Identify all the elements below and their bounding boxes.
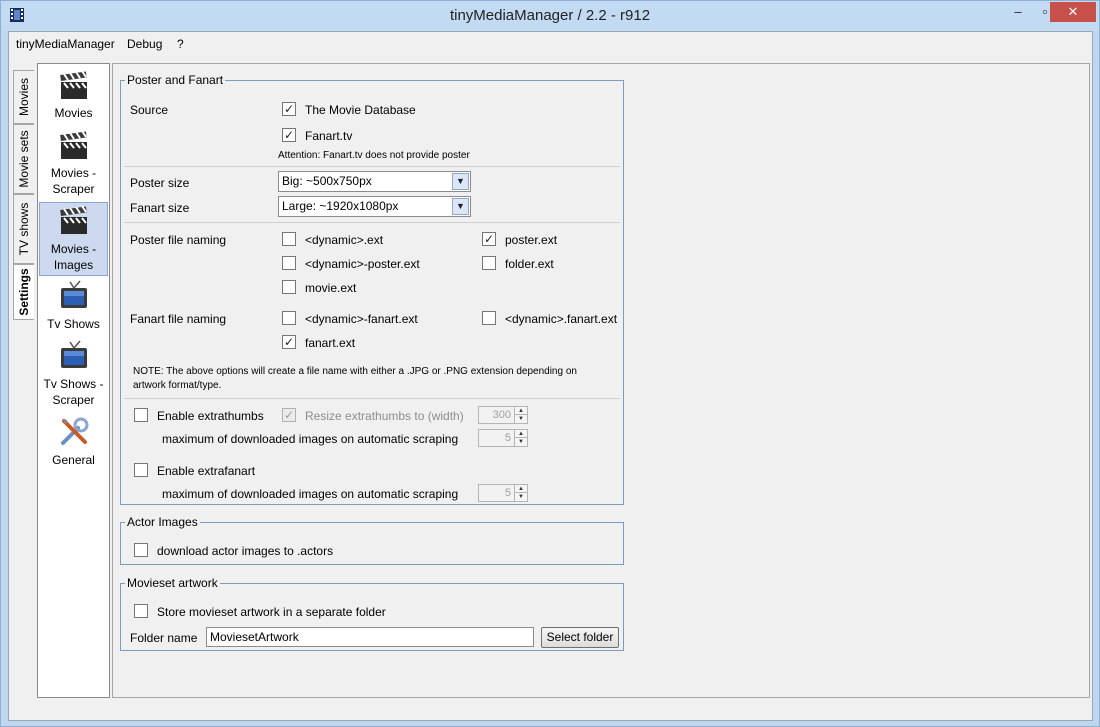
download-actor-images-label: download actor images to .actors [157, 544, 334, 558]
spinner-down-icon[interactable]: ▼ [514, 438, 527, 446]
poster-size-label: Poster size [130, 176, 190, 190]
tools-icon [60, 417, 88, 445]
settings-content: Poster and Fanart Source ✓ The Movie Dat… [112, 63, 1090, 698]
nav-item-tv-shows-scraper[interactable]: Tv Shows - Scraper [39, 338, 108, 412]
group-title: Actor Images [125, 515, 200, 529]
resize-extrathumbs-label: Resize extrathumbs to (width) [305, 409, 464, 423]
naming-note-line1: NOTE: The above options will create a fi… [133, 366, 577, 377]
spinner-down-icon[interactable]: ▼ [514, 493, 527, 501]
menu-debug[interactable]: Debug [127, 37, 162, 51]
poster-dynamic-poster-ext-checkbox[interactable] [282, 256, 296, 270]
nav-item-tv-shows[interactable]: Tv Shows [39, 278, 108, 336]
source-fanarttv-checkbox[interactable]: ✓ [282, 128, 296, 142]
settings-nav-list: Movies Movies - Scraper Movies - Images … [37, 63, 110, 698]
fanart-size-select[interactable]: Large: ~1920x1080px ▼ [278, 196, 471, 217]
spinner-down-icon[interactable]: ▼ [514, 415, 527, 423]
resize-width-spinner[interactable]: 300 ▲ ▼ [478, 406, 528, 424]
poster-dynamic-ext-checkbox[interactable] [282, 232, 296, 246]
group-title: Poster and Fanart [125, 73, 226, 87]
enable-extrafanart-label: Enable extrafanart [157, 464, 256, 478]
spinner-up-icon[interactable]: ▲ [514, 430, 527, 438]
spinner-up-icon[interactable]: ▲ [514, 407, 527, 415]
select-folder-button[interactable]: Select folder [541, 627, 619, 648]
folder-name-input[interactable]: MoviesetArtwork [206, 627, 534, 647]
spinner-up-icon[interactable]: ▲ [514, 485, 527, 493]
title-bar: tinyMediaManager / 2.2 - r912 – ▫ ✕ [1, 1, 1099, 31]
poster-dynamic-ext-label: <dynamic>.ext [305, 233, 384, 247]
tv-icon [60, 280, 87, 308]
download-actor-images-checkbox[interactable] [134, 543, 148, 557]
tv-icon [60, 340, 87, 368]
movieset-artwork-group: Movieset artwork Store movieset artwork … [120, 576, 624, 651]
group-title: Movieset artwork [125, 576, 220, 590]
store-separate-folder-label: Store movieset artwork in a separate fol… [157, 605, 386, 619]
max-extrathumbs-label: maximum of downloaded images on automati… [162, 432, 459, 446]
nav-item-general[interactable]: General [39, 414, 108, 472]
enable-extrafanart-checkbox[interactable] [134, 463, 148, 477]
app-window: tinyMediaManager / 2.2 - r912 – ▫ ✕ tiny… [0, 0, 1100, 727]
poster-naming-label: Poster file naming [130, 233, 227, 247]
tab-movie-sets[interactable]: Movie sets [13, 124, 34, 194]
fanart-dynamic-fanart-ext-checkbox[interactable] [282, 311, 296, 325]
nav-item-movies-scraper[interactable]: Movies - Scraper [39, 128, 108, 200]
fanart-dynamic-dot-fanart-ext-checkbox[interactable] [482, 311, 496, 325]
separator [124, 166, 620, 167]
source-fanarttv-label: Fanart.tv [305, 129, 353, 143]
tab-movies[interactable]: Movies [13, 70, 34, 124]
separator [124, 398, 620, 399]
store-separate-folder-checkbox[interactable] [134, 604, 148, 618]
poster-folder-ext-label: folder.ext [505, 257, 554, 271]
close-button[interactable]: ✕ [1050, 2, 1096, 22]
source-label: Source [130, 103, 169, 117]
max-extrathumbs-spinner[interactable]: 5 ▲ ▼ [478, 429, 528, 447]
client-area: tinyMediaManager Debug ? Movies Movie se… [8, 31, 1093, 721]
menu-bar: tinyMediaManager Debug ? [9, 32, 1092, 56]
fanart-dynamic-fanart-ext-label: <dynamic>-fanart.ext [305, 312, 418, 326]
fanart-size-label: Fanart size [130, 201, 190, 215]
enable-extrathumbs-checkbox[interactable] [134, 408, 148, 422]
menu-help[interactable]: ? [177, 37, 184, 51]
naming-note-line2: artwork format/type. [133, 380, 222, 391]
enable-extrathumbs-label: Enable extrathumbs [157, 409, 264, 423]
minimize-button[interactable]: – [1004, 2, 1032, 22]
actor-images-group: Actor Images download actor images to .a… [120, 515, 624, 565]
separator [124, 222, 620, 223]
max-extrafanart-spinner[interactable]: 5 ▲ ▼ [478, 484, 528, 502]
fanart-dynamic-dot-fanart-ext-label: <dynamic>.fanart.ext [505, 312, 618, 326]
fanarttv-attention-note: Attention: Fanart.tv does not provide po… [278, 150, 470, 161]
clapperboard-icon [59, 70, 87, 99]
poster-movie-ext-checkbox[interactable] [282, 280, 296, 294]
folder-name-label: Folder name [130, 631, 198, 645]
poster-folder-ext-checkbox[interactable] [482, 256, 496, 270]
chevron-down-icon: ▼ [452, 173, 469, 190]
fanart-fanart-ext-checkbox[interactable]: ✓ [282, 335, 296, 349]
poster-movie-ext-label: movie.ext [305, 281, 357, 295]
fanart-naming-label: Fanart file naming [130, 312, 227, 326]
poster-poster-ext-checkbox[interactable]: ✓ [482, 232, 496, 246]
poster-size-select[interactable]: Big: ~500x750px ▼ [278, 171, 471, 192]
nav-item-movies[interactable]: Movies [39, 68, 108, 126]
source-tmdb-label: The Movie Database [305, 103, 416, 117]
tab-settings[interactable]: Settings [13, 264, 34, 320]
tab-tv-shows[interactable]: TV shows [13, 194, 34, 264]
nav-item-movies-images[interactable]: Movies - Images [39, 202, 108, 276]
resize-extrathumbs-checkbox[interactable]: ✓ [282, 408, 296, 422]
fanart-fanart-ext-label: fanart.ext [305, 336, 356, 350]
poster-poster-ext-label: poster.ext [505, 233, 558, 247]
clapperboard-icon [59, 205, 87, 234]
chevron-down-icon: ▼ [452, 198, 469, 215]
poster-dynamic-poster-ext-label: <dynamic>-poster.ext [305, 257, 420, 271]
poster-fanart-group: Poster and Fanart Source ✓ The Movie Dat… [120, 73, 624, 505]
clapperboard-icon [59, 130, 87, 159]
window-title: tinyMediaManager / 2.2 - r912 [449, 7, 651, 24]
source-tmdb-checkbox[interactable]: ✓ [282, 102, 296, 116]
max-extrafanart-label: maximum of downloaded images on automati… [162, 487, 459, 501]
menu-tinymediamanager[interactable]: tinyMediaManager [16, 37, 115, 51]
